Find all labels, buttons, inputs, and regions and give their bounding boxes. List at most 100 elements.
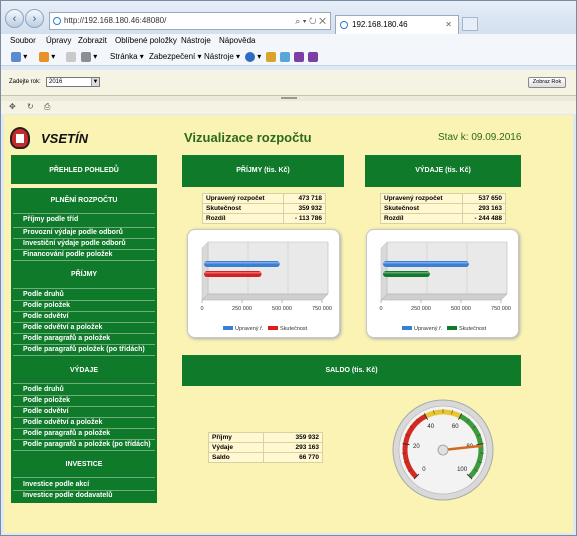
prijmy-table: Upravený rozpočet 473 718 Skutečnost 359 9… (202, 193, 327, 224)
forward-button[interactable]: › (25, 9, 44, 28)
vydaje-chart-svg: 0 250 000 500 000 750 000 Upravený ř. Skutečn… (379, 241, 511, 332)
sidebar-item-vydaje-polozky[interactable]: Podle položek (23, 397, 70, 404)
sidebar-head-vydaje[interactable]: VÝDAJE (11, 367, 157, 374)
sidebar-item-prijmy-polozky[interactable]: Podle položek (23, 302, 70, 309)
new-tab-button[interactable] (462, 17, 478, 31)
saldo-gauge: 020406080100 (392, 399, 494, 501)
sidebar-item-investice-akce[interactable]: Investice podle akcí (23, 481, 89, 488)
cmd-nastroje[interactable]: Nástroje ▾ (204, 48, 240, 66)
address-text: http://192.168.180.46:48080/ (64, 16, 167, 25)
bar (204, 261, 280, 267)
cmd-zabezpeceni[interactable]: Zabezpečení ▾ (149, 48, 202, 66)
addon-icon[interactable] (266, 48, 276, 66)
gauge-tick-label: 40 (427, 424, 434, 430)
sidebar-head-prijmy[interactable]: PŘÍJMY (11, 271, 157, 278)
settings-icon[interactable]: ✥ (9, 102, 16, 111)
menu-zobrazit[interactable]: Zobrazit (78, 34, 107, 48)
legend-label: Skutečnost (280, 326, 308, 332)
bar-highlight (383, 272, 430, 274)
menu-oblibene[interactable]: Oblíbené položky (115, 34, 177, 48)
year-value: 2016 (49, 79, 63, 85)
table-row: Výdaje 293 163 (208, 442, 324, 453)
help-icon[interactable]: ▾ (245, 48, 261, 66)
sidebar-item-financovani[interactable]: Financování podle položek (23, 251, 112, 258)
sidebar-head-prehled[interactable]: PŘEHLED POHLEDŮ (11, 167, 157, 174)
sidebar-item-prijmy-tridy[interactable]: Příjmy podle tříd (23, 216, 78, 223)
gauge-tick-label: 60 (452, 424, 459, 430)
chart-back-wall (207, 241, 329, 295)
bar-highlight (204, 262, 280, 264)
onenote2-icon[interactable] (308, 48, 318, 66)
tick-label: 750 000 (491, 306, 511, 312)
sidebar-item-vydaje-paragrafy[interactable]: Podle paragrafů a položek (23, 430, 110, 437)
sidebar-item-vydaje-odvetvi[interactable]: Podle odvětví (23, 408, 69, 415)
table-row: Upravený rozpočet 537 650 (380, 193, 507, 204)
feeds-icon[interactable]: ▾ (39, 48, 55, 66)
status-date: Stav k: 09.09.2016 (438, 132, 522, 143)
legend-swatch (223, 326, 233, 330)
address-bar[interactable]: http://192.168.180.46:48080/ ⌕ ▾ ↻ ✕ (49, 12, 331, 30)
table-row: Skutečnost 359 932 (202, 203, 327, 214)
tick-label: 750 000 (312, 306, 332, 312)
saldo-table: Příjmy 359 932 Výdaje 293 163 Saldo 66 770 (208, 432, 324, 463)
vydaje-chart: 0 250 000 500 000 750 000 Upravený ř. Skutečn… (366, 229, 519, 338)
bar (204, 271, 262, 277)
menu-napoveda[interactable]: Nápověda (219, 34, 255, 48)
back-button[interactable]: ‹ (5, 9, 24, 28)
refresh-icon[interactable]: ↻ (27, 102, 34, 111)
addon2-icon[interactable] (280, 48, 290, 66)
tab-close-icon[interactable]: ✕ (445, 16, 452, 34)
sidebar-item-vydaje-odvetvi-polozky[interactable]: Podle odvětví a položek (23, 419, 102, 426)
home-icon[interactable]: ▾ (11, 48, 27, 66)
prijmy-header: PŘÍJMY (tis. Kč) (182, 155, 344, 187)
legend-swatch (447, 326, 457, 330)
table-row: Saldo 66 770 (208, 452, 324, 463)
mini-toolbar: ✥ ↻ ⎙ (1, 101, 576, 114)
menu-nastroje[interactable]: Nástroje (181, 34, 211, 48)
tab-title: 192.168.180.46 (352, 20, 408, 29)
table-row: Skutečnost 293 163 (380, 203, 507, 214)
command-bar: ▾ ▾ ▾ Stránka ▾ Zabezpečení ▾ Nástroje ▾… (1, 48, 576, 66)
tab-active[interactable]: 192.168.180.46 ✕ (335, 15, 459, 35)
ie-icon (53, 17, 61, 25)
gauge-tick-label: 100 (457, 467, 468, 473)
sidebar-item-provozni[interactable]: Provozní výdaje podle odborů (23, 229, 123, 236)
sidebar-head-plneni[interactable]: PLNĚNÍ ROZPOČTU (11, 197, 157, 204)
year-filter-bar: Zadejte rok: 2016 ▼ Zobraz Rok (1, 70, 576, 96)
table-row: Upravený rozpočet 473 718 (202, 193, 327, 204)
page-title: Vizualizace rozpočtu (184, 130, 312, 145)
tick-label: 500 000 (451, 306, 471, 312)
legend-swatch (402, 326, 412, 330)
address-tools[interactable]: ⌕ ▾ ↻ ✕ (295, 13, 326, 29)
sidebar-item-prijmy-odvetvi-polozky[interactable]: Podle odvětví a položek (23, 324, 102, 331)
sidebar: PŘEHLED POHLEDŮ PLNĚNÍ ROZPOČTU Příjmy p… (11, 155, 157, 503)
saldo-header: SALDO (tis. Kč) (182, 355, 521, 386)
show-year-button[interactable]: Zobraz Rok (528, 77, 566, 88)
print-icon[interactable]: ⎙ (44, 102, 50, 112)
sidebar-item-investice-dodavatele[interactable]: Investice podle dodavatelů (23, 492, 112, 499)
vydaje-header: VÝDAJE (tis. Kč) (365, 155, 521, 187)
mail-icon[interactable] (66, 48, 76, 66)
menu-soubor[interactable]: Soubor (10, 34, 36, 48)
prijmy-chart-svg: 0 250 000 500 000 750 000 Upravený ř. Skutečn… (200, 241, 332, 332)
tick-label: 0 (200, 306, 203, 312)
city-logo (10, 127, 30, 149)
sidebar-item-prijmy-druhy[interactable]: Podle druhů (23, 291, 64, 298)
cmd-stranka[interactable]: Stránka ▾ (110, 48, 144, 66)
print-icon[interactable]: ▾ (81, 48, 97, 66)
sidebar-item-vydaje-paragrafy-tridy[interactable]: Podle paragrafů a položek (po třídách) (23, 441, 151, 448)
tick-label: 250 000 (232, 306, 252, 312)
gauge-hub (437, 444, 449, 456)
browser-titlebar: ‹ › http://192.168.180.46:48080/ ⌕ ▾ ↻ ✕… (1, 1, 576, 35)
sidebar-head-investice[interactable]: INVESTICE (11, 461, 157, 468)
sidebar-item-prijmy-odvetvi[interactable]: Podle odvětví (23, 313, 69, 320)
sidebar-item-vydaje-druhy[interactable]: Podle druhů (23, 386, 64, 393)
sidebar-item-prijmy-paragrafy-tridy[interactable]: Podle paragrafů položek (po třídách) (23, 346, 145, 353)
sidebar-item-prijmy-paragrafy[interactable]: Podle paragrafů a položek (23, 335, 110, 342)
legend-label: Upravený ř. (235, 326, 264, 332)
menu-upravy[interactable]: Úpravy (46, 34, 71, 48)
sidebar-item-investicni[interactable]: Investiční výdaje podle odborů (23, 240, 126, 247)
onenote-icon[interactable] (294, 48, 304, 66)
ie-icon (340, 21, 348, 29)
year-select[interactable]: 2016 ▼ (46, 77, 100, 87)
